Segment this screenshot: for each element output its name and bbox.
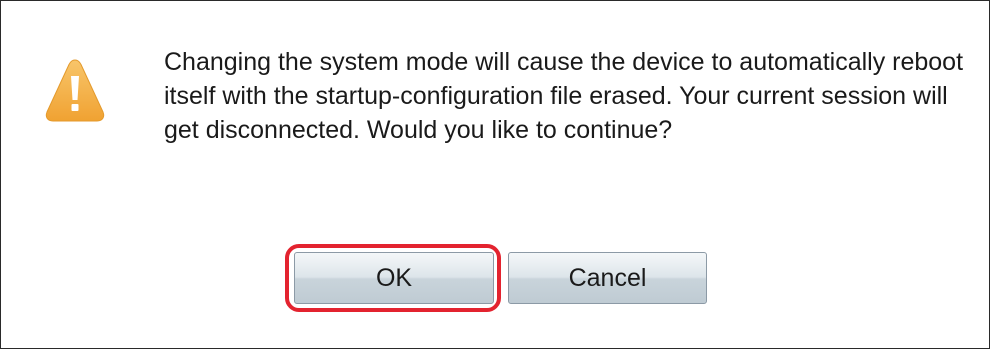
dialog-message: Changing the system mode will cause the … [164,48,964,144]
ok-button[interactable]: OK [294,252,494,304]
confirmation-dialog: Changing the system mode will cause the … [0,0,990,349]
warning-icon [44,56,106,124]
cancel-button[interactable]: Cancel [508,252,707,304]
